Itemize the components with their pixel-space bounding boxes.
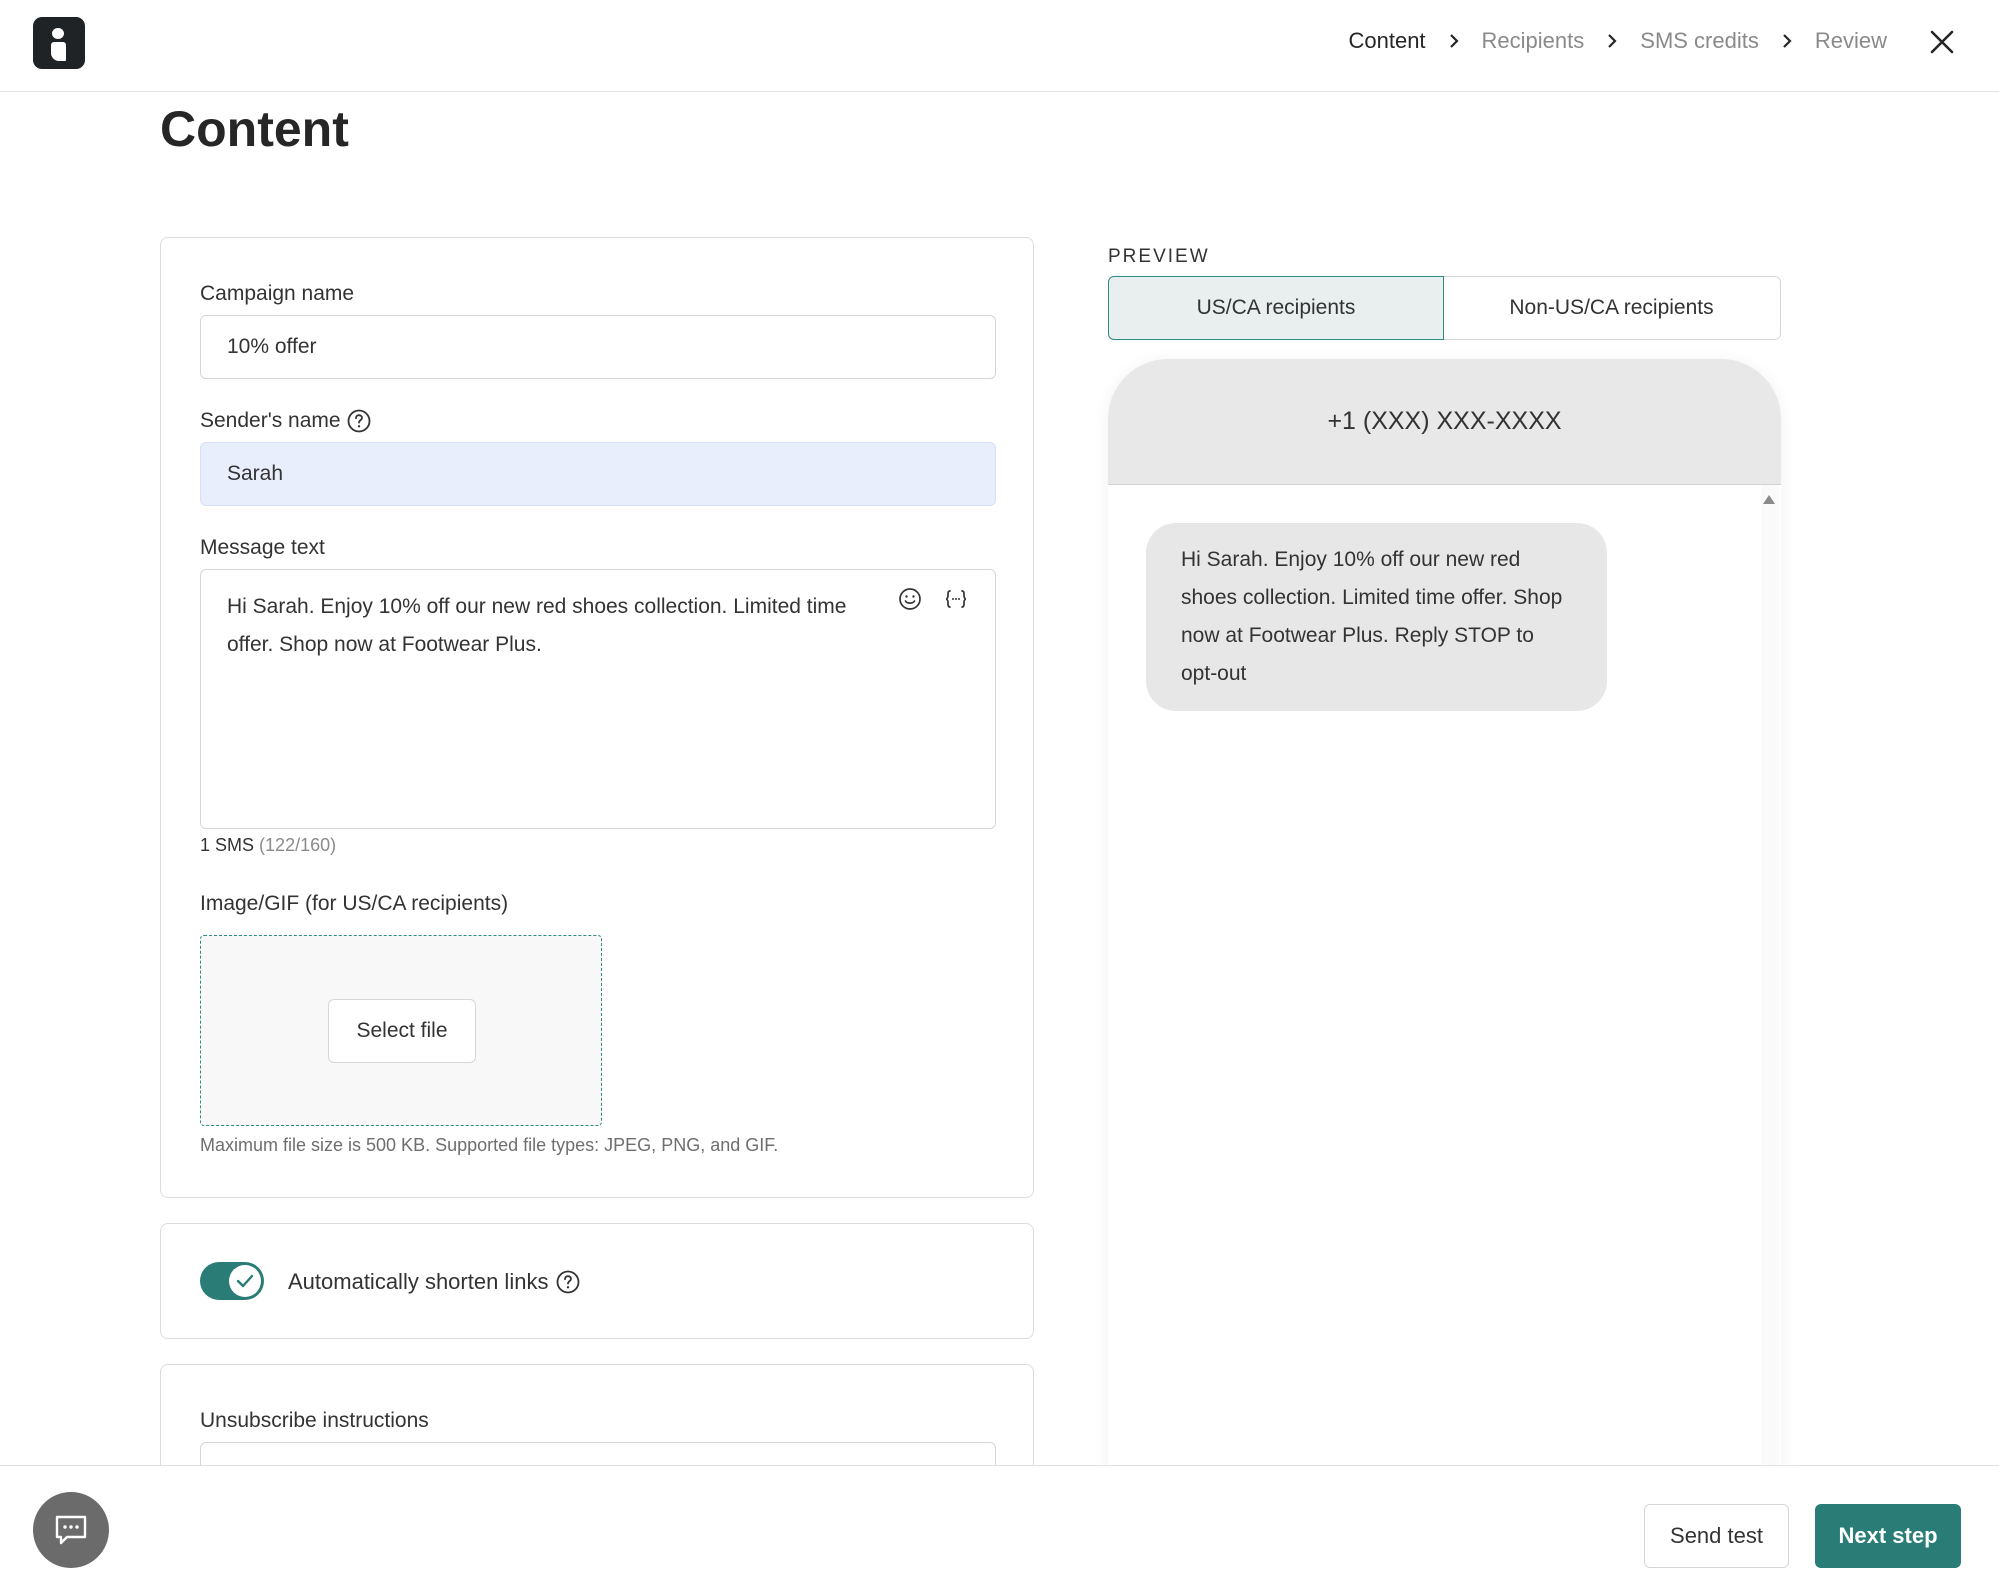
chevron-right-icon <box>1449 34 1459 48</box>
chevron-right-icon <box>1608 34 1617 48</box>
content-form-card: Campaign name 10% offer Sender's name Sa… <box>160 237 1034 1198</box>
variable-braces-icon[interactable] <box>943 586 969 612</box>
sender-name-label: Sender's name <box>200 409 341 432</box>
question-circle-icon[interactable] <box>347 409 371 433</box>
sender-name-value: Sarah <box>227 462 284 485</box>
shorten-links-label: Automatically shorten links <box>288 1269 549 1294</box>
image-dropzone[interactable]: Select file <box>200 935 602 1126</box>
tab-non-us-ca-recipients[interactable]: Non-US/CA recipients <box>1443 276 1781 340</box>
next-step-button[interactable]: Next step <box>1815 1504 1961 1568</box>
chevron-right-icon <box>1783 34 1792 48</box>
shorten-links-card: Automatically shorten links <box>160 1223 1034 1339</box>
page-title: Content <box>160 101 349 157</box>
footer-bar: Send test Next step <box>0 1465 1999 1571</box>
phone-header: +1 (XXX) XXX-XXXX <box>1108 359 1781 485</box>
campaign-name-input[interactable]: 10% offer <box>200 315 996 379</box>
char-count: (122/160) <box>259 835 337 855</box>
preview-label: PREVIEW <box>1108 246 1210 267</box>
tab-us-ca-recipients[interactable]: US/CA recipients <box>1108 276 1444 340</box>
message-text-value: Hi Sarah. Enjoy 10% off our new red shoe… <box>227 595 847 656</box>
campaign-name-value: 10% offer <box>227 335 317 358</box>
image-gif-label: Image/GIF (for US/CA recipients) <box>200 892 509 915</box>
top-bar: Content Recipients SMS credits Review <box>0 0 1999 92</box>
question-circle-icon[interactable] <box>556 1270 580 1294</box>
preview-scrollbar[interactable] <box>1761 485 1779 1571</box>
select-file-button[interactable]: Select file <box>328 999 476 1063</box>
info-logo-icon[interactable] <box>33 17 85 69</box>
step-review[interactable]: Review <box>1815 28 1887 54</box>
chat-icon <box>55 1515 87 1545</box>
close-icon[interactable] <box>1928 28 1956 56</box>
step-content[interactable]: Content <box>1348 28 1425 54</box>
sms-preview-bubble: Hi Sarah. Enjoy 10% off our new red shoe… <box>1146 523 1607 711</box>
phone-preview: +1 (XXX) XXX-XXXX Hi Sarah. Enjoy 10% of… <box>1108 359 1781 1571</box>
toggle-knob <box>229 1265 261 1297</box>
message-textarea[interactable]: Hi Sarah. Enjoy 10% off our new red shoe… <box>200 569 996 829</box>
scroll-up-arrow-icon[interactable] <box>1763 495 1775 504</box>
sender-name-input[interactable]: Sarah <box>200 442 996 506</box>
chat-support-button[interactable] <box>33 1492 109 1568</box>
logo-stem <box>51 42 66 61</box>
unsubscribe-label: Unsubscribe instructions <box>200 1409 429 1432</box>
sms-count: 1 SMS <box>200 835 255 855</box>
sms-counter: 1 SMS (122/160) <box>200 835 336 856</box>
shorten-links-label-row: Automatically shorten links <box>288 1269 580 1295</box>
emoji-icon[interactable] <box>897 586 923 612</box>
sender-name-label-row: Sender's name <box>200 409 371 433</box>
shorten-links-toggle[interactable] <box>200 1262 264 1300</box>
file-size-hint: Maximum file size is 500 KB. Supported f… <box>200 1135 779 1155</box>
checkmark-icon <box>236 1274 254 1288</box>
send-test-button[interactable]: Send test <box>1644 1504 1789 1568</box>
step-sms-credits[interactable]: SMS credits <box>1640 28 1759 54</box>
logo-dot <box>52 28 64 39</box>
message-text-label: Message text <box>200 536 325 559</box>
phone-number: +1 (XXX) XXX-XXXX <box>1327 407 1562 435</box>
campaign-name-label: Campaign name <box>200 282 355 305</box>
step-recipients[interactable]: Recipients <box>1482 28 1585 54</box>
wizard-steps: Content Recipients SMS credits Review <box>1348 28 1887 54</box>
